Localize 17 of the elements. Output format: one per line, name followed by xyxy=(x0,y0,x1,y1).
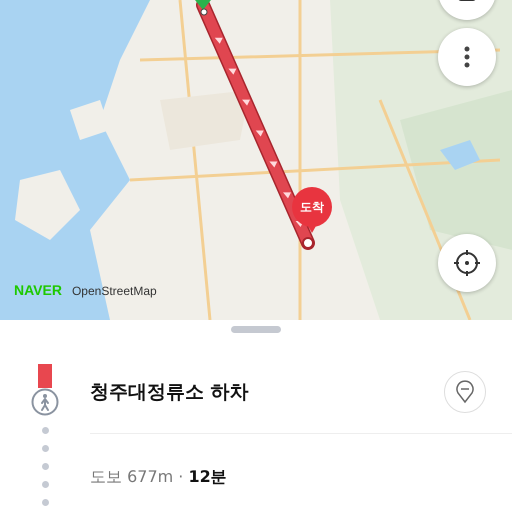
path-dot xyxy=(42,481,48,488)
stop-title: 청주대정류소 하차 xyxy=(90,380,250,405)
drag-handle[interactable] xyxy=(231,326,281,333)
pin-button[interactable] xyxy=(444,371,486,413)
walking-person-icon xyxy=(31,388,59,416)
pin-icon xyxy=(455,380,475,404)
path-dot xyxy=(42,463,48,470)
path-dot xyxy=(42,499,48,506)
crosshair-icon xyxy=(453,249,481,277)
walk-info: 도보 677m · 12분 xyxy=(90,466,228,488)
route-segment xyxy=(38,364,52,388)
more-icon xyxy=(464,46,470,68)
path-dot xyxy=(42,427,48,434)
map-attribution: OpenStreetMap xyxy=(72,284,157,298)
path-dot xyxy=(42,445,48,452)
map-logo: NAVER xyxy=(14,282,62,298)
start-marker-icon xyxy=(195,0,211,16)
